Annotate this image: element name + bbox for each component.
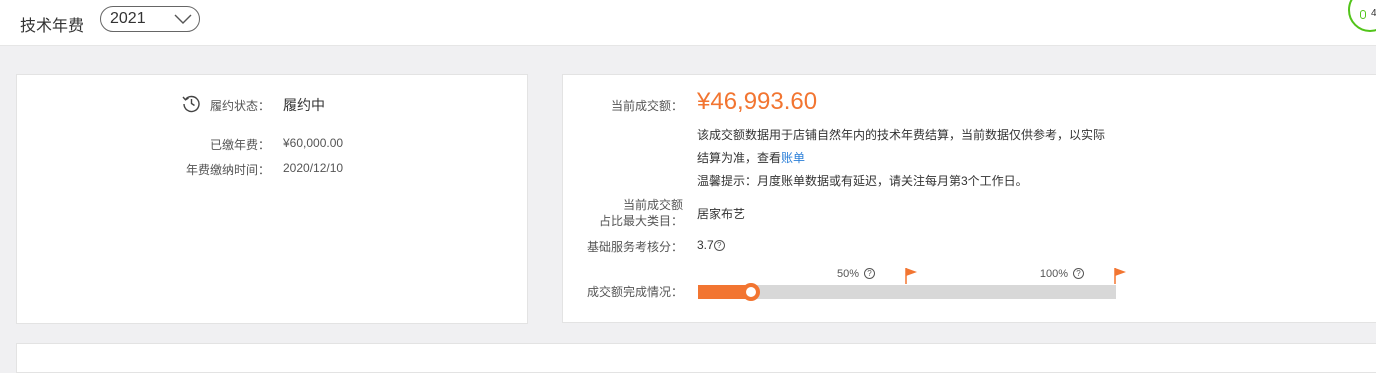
paid-fee-label: 已缴年费： [209,138,270,152]
top-category-label-line2: 占比最大类目： [598,214,683,228]
paid-time-label: 年费缴纳时间： [185,163,270,177]
current-turnover-label: 当前成交额： [610,99,683,113]
warm-tip: 温馨提示：月度账单数据或有延迟，请关注每月第3个工作日。 [697,174,1028,188]
service-score-value: 3.7 [697,238,714,252]
help-icon[interactable]: ? [1073,268,1084,279]
progress-label: 成交额完成情况： [586,285,683,299]
milestone-flag-icon [905,268,917,284]
corner-badge[interactable]: 4 [1348,0,1376,32]
milestone-label-text: 50% [836,268,859,280]
history-icon [182,95,200,113]
turnover-description-prefix: 结算为准，查看 [697,151,782,165]
status-label: 履约状态： [209,99,270,113]
status-value: 履约中 [283,97,325,113]
turnover-panel: 当前成交额： ¥46,993.60 该成交额数据用于店铺自然年内的技术年费结算，… [562,74,1376,323]
milestone-flag-icon [1114,268,1126,284]
service-score-label: 基础服务考核分： [586,240,683,254]
turnover-description-line1: 该成交额数据用于店铺自然年内的技术年费结算，当前数据仅供参考，以实际 [697,128,1106,142]
contract-panel: 履约状态： 履约中 已缴年费： ¥60,000.00 年费缴纳时间： 2020/… [16,74,528,324]
turnover-progress-bar [698,283,1116,301]
service-score: 3.7? [697,238,725,252]
milestone-label: 100%? [1040,268,1084,280]
top-category-label-line1: 当前成交额 [622,198,683,212]
help-icon[interactable]: ? [864,268,875,279]
top-category-value: 居家布艺 [697,207,746,221]
leaf-icon [1360,10,1366,19]
year-select[interactable]: 2021 [100,6,200,32]
top-bar: 技术年费 2021 4 [0,0,1376,46]
progress-knob [742,283,760,301]
help-icon[interactable]: ? [713,240,725,251]
current-turnover-value: ¥46,993.60 [697,88,818,115]
chevron-down-icon [174,14,192,24]
year-select-value: 2021 [110,10,146,27]
bottom-panel [16,343,1376,373]
corner-badge-count: 4 [1371,8,1376,19]
milestone-label: 50%? [837,268,875,280]
page-title: 技术年费 [20,18,85,35]
paid-fee-value: ¥60,000.00 [283,136,344,150]
bill-link[interactable]: 账单 [781,151,805,165]
turnover-description-line2: 结算为准，查看账单 [697,149,805,166]
milestone-label-text: 100% [1039,268,1068,280]
paid-time-value: 2020/12/10 [283,161,344,175]
